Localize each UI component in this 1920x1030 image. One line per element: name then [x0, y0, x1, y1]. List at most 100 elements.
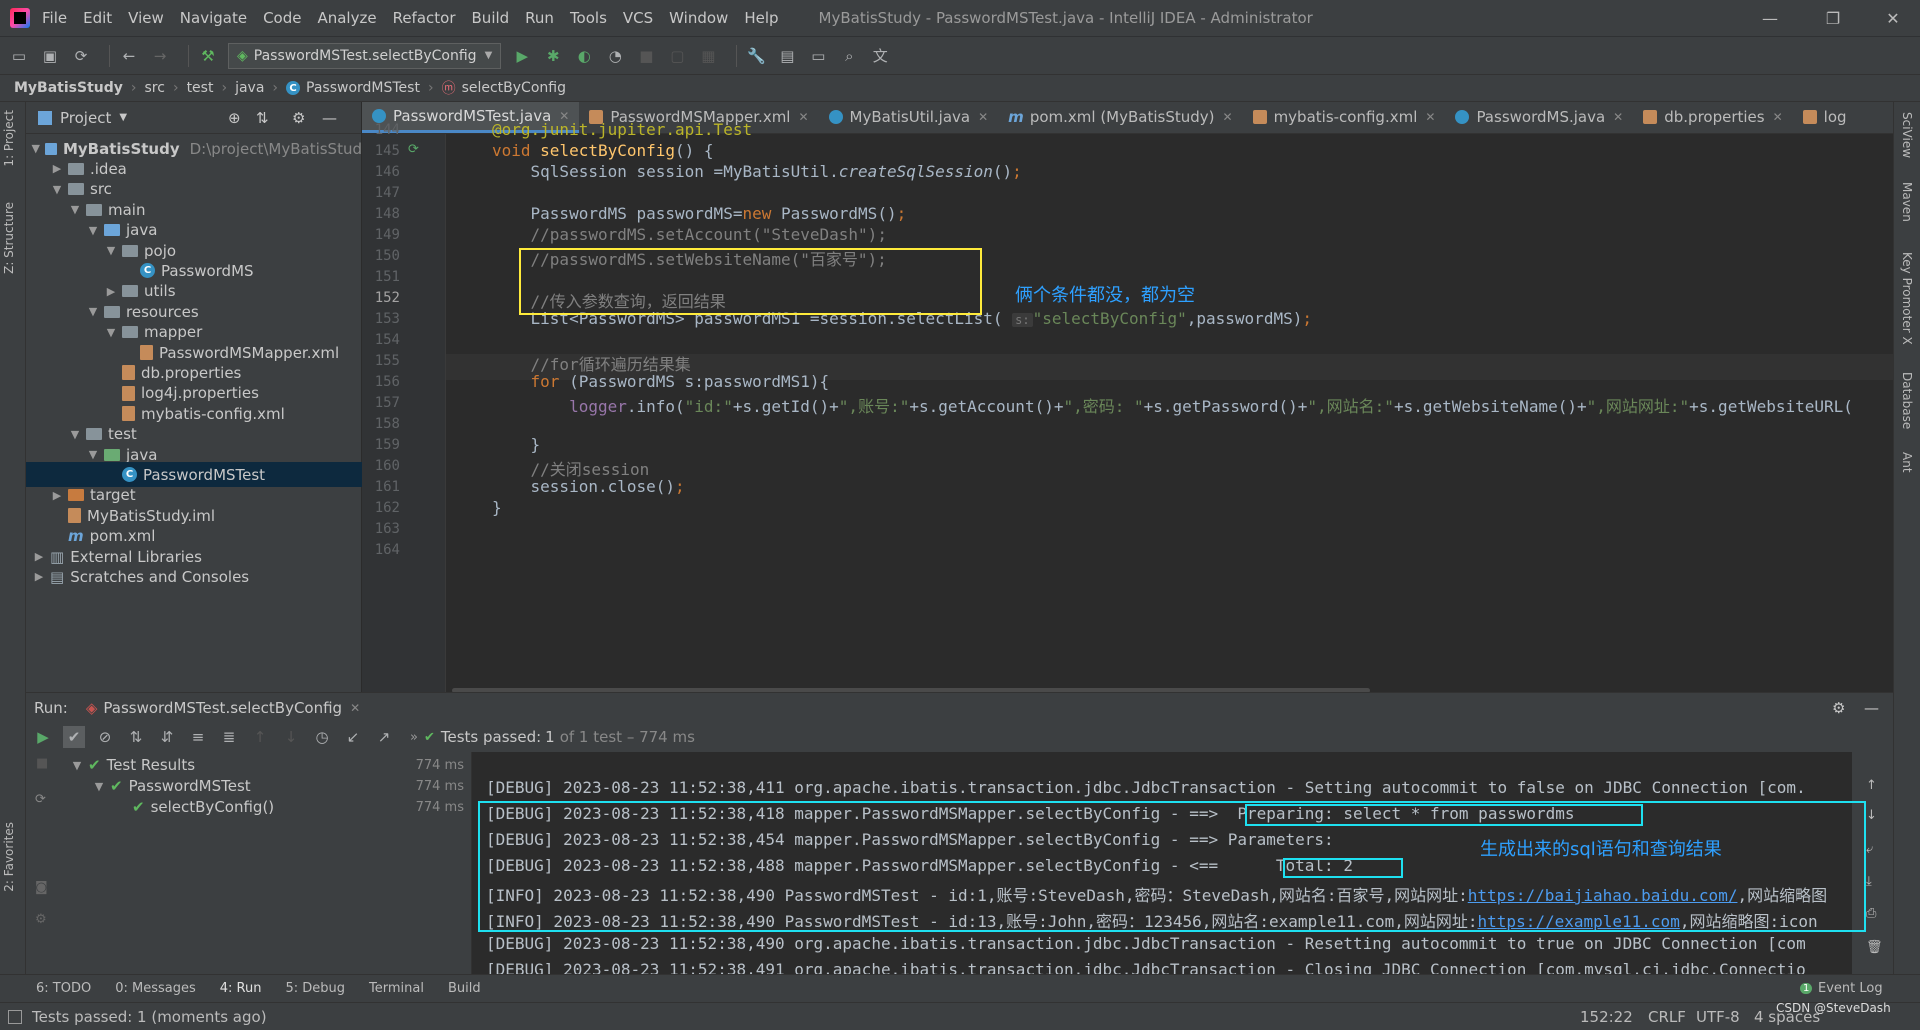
- chevron-down-icon[interactable]: ▼: [104, 244, 118, 257]
- chevron-right-icon[interactable]: ▶: [32, 570, 46, 583]
- prev-failed-icon[interactable]: ↑: [249, 726, 271, 748]
- next-failed-icon[interactable]: ↓: [280, 726, 302, 748]
- camera-icon[interactable]: ◙: [35, 880, 48, 895]
- breadcrumb-project[interactable]: MyBatisStudy: [14, 80, 123, 96]
- locate-icon[interactable]: ⊕: [228, 109, 241, 127]
- run-tab[interactable]: PasswordMSTest.selectByConfig: [103, 699, 342, 717]
- close-tab-icon[interactable]: ✕: [1773, 110, 1783, 124]
- menu-refactor[interactable]: Refactor: [393, 9, 456, 27]
- attach-icon[interactable]: ▢: [666, 45, 688, 67]
- gear-icon[interactable]: ⚙: [1832, 699, 1845, 717]
- tab-log[interactable]: log: [1793, 102, 1857, 133]
- scroll-to-end-icon[interactable]: ⤓: [1866, 874, 1872, 889]
- profile-icon[interactable]: ◔: [604, 45, 626, 67]
- close-tab-icon[interactable]: ✕: [798, 110, 808, 124]
- chevron-down-icon[interactable]: ▼: [68, 428, 82, 441]
- menu-file[interactable]: File: [42, 9, 67, 27]
- chevron-down-icon[interactable]: ▼: [86, 224, 100, 237]
- breadcrumb-class[interactable]: PasswordMSTest: [306, 80, 420, 96]
- chevron-right-icon[interactable]: ▶: [50, 489, 64, 502]
- chevron-right-icon[interactable]: ▶: [32, 550, 46, 563]
- tab-debug[interactable]: 5: Debug: [285, 981, 345, 996]
- menu-build[interactable]: Build: [472, 9, 510, 27]
- project-view-selector[interactable]: Project: [60, 109, 111, 127]
- chevron-right-icon[interactable]: ▶: [104, 285, 118, 298]
- print-icon[interactable]: ⎙: [1866, 906, 1876, 921]
- tab-terminal[interactable]: Terminal: [369, 981, 424, 996]
- sort-alpha-icon[interactable]: ⇅: [125, 726, 147, 748]
- restore-icon[interactable]: ❐: [1808, 0, 1858, 36]
- back-arrow-icon[interactable]: ←: [118, 45, 140, 67]
- project-tool-tab[interactable]: 1: Project: [2, 110, 16, 167]
- chevron-down-icon[interactable]: ▼: [92, 780, 106, 793]
- close-tab-icon[interactable]: ✕: [978, 110, 988, 124]
- debug-icon[interactable]: ✱: [542, 45, 564, 67]
- menu-window[interactable]: Window: [669, 9, 728, 27]
- sdk-icon[interactable]: ▦: [697, 45, 719, 67]
- menu-code[interactable]: Code: [263, 9, 301, 27]
- tab-mybatisutil-java[interactable]: MyBatisUtil.java ✕: [819, 102, 999, 133]
- breadcrumb-method[interactable]: selectByConfig: [462, 80, 566, 96]
- menu-navigate[interactable]: Navigate: [180, 9, 247, 27]
- close-tab-icon[interactable]: ✕: [1425, 110, 1435, 124]
- breadcrumb-src[interactable]: src: [145, 80, 165, 96]
- collapse-all-icon[interactable]: ⇅: [256, 109, 269, 127]
- run-config-selector[interactable]: ◈ PasswordMSTest.selectByConfig ▼: [228, 42, 502, 69]
- chevron-down-icon[interactable]: ▼: [68, 203, 82, 216]
- ant-tool-tab[interactable]: Ant: [1900, 452, 1914, 473]
- show-ignored-icon[interactable]: ⊘: [94, 726, 116, 748]
- tab-mybatis-config-xml[interactable]: mybatis-config.xml ✕: [1243, 102, 1446, 133]
- close-tab-icon[interactable]: ✕: [1223, 110, 1233, 124]
- run-test-gutter-icon[interactable]: ⟳: [408, 142, 419, 157]
- gear-icon[interactable]: ⚙: [35, 912, 47, 927]
- maven-tool-tab[interactable]: Maven: [1900, 182, 1914, 222]
- chevron-down-icon[interactable]: ▼: [104, 326, 118, 339]
- chevron-down-icon[interactable]: ▼: [86, 448, 100, 461]
- rerun-failed-icon[interactable]: ⟳: [35, 792, 46, 807]
- file-encoding[interactable]: UTF-8: [1696, 1008, 1740, 1026]
- test-method-row[interactable]: ✔ selectByConfig() 774 ms: [62, 794, 472, 820]
- favorites-tool-tab[interactable]: 2: Favorites: [2, 822, 16, 892]
- chevron-right-icon[interactable]: ▶: [50, 162, 64, 175]
- key-promoter-tool-tab[interactable]: Key Promoter X: [1900, 252, 1914, 345]
- build-hammer-icon[interactable]: ⚒: [197, 45, 219, 67]
- close-tab-icon[interactable]: ✕: [350, 701, 360, 715]
- expand-all-icon[interactable]: ≡: [187, 726, 209, 748]
- event-log-tab[interactable]: Event Log: [1818, 981, 1883, 996]
- trash-icon[interactable]: 🗑: [1866, 940, 1883, 955]
- menu-help[interactable]: Help: [744, 9, 778, 27]
- database-tool-tab[interactable]: Database: [1900, 372, 1914, 429]
- chevron-down-icon[interactable]: ▼: [50, 183, 64, 196]
- hide-icon[interactable]: —: [322, 109, 337, 127]
- collapse-all-icon[interactable]: ≣: [218, 726, 240, 748]
- run-icon[interactable]: ▶: [511, 45, 533, 67]
- menu-tools[interactable]: Tools: [570, 9, 607, 27]
- structure-tool-tab[interactable]: Z: Structure: [2, 202, 16, 274]
- menu-view[interactable]: View: [128, 9, 164, 27]
- minimize-icon[interactable]: —: [1745, 0, 1795, 36]
- scroll-up-icon[interactable]: ↑: [1866, 778, 1877, 793]
- stop-icon[interactable]: ■: [635, 45, 657, 67]
- tab-db-properties[interactable]: db.properties ✕: [1633, 102, 1792, 133]
- close-tab-icon[interactable]: ✕: [1613, 110, 1623, 124]
- wrench-icon[interactable]: 🔧: [745, 45, 767, 67]
- close-icon[interactable]: ✕: [1868, 0, 1918, 36]
- search-icon[interactable]: ⌕: [838, 45, 860, 67]
- tab-build[interactable]: Build: [448, 981, 481, 996]
- stop-icon[interactable]: ■: [36, 756, 48, 771]
- menu-edit[interactable]: Edit: [83, 9, 112, 27]
- hide-icon[interactable]: —: [1864, 699, 1879, 717]
- chevron-down-icon[interactable]: ▼: [86, 305, 100, 318]
- open-folder-icon[interactable]: ▭: [8, 45, 30, 67]
- sort-duration-icon[interactable]: ⇵: [156, 726, 178, 748]
- tab-messages[interactable]: 0: Messages: [115, 981, 196, 996]
- caret-position[interactable]: 152:22: [1580, 1008, 1633, 1026]
- breadcrumb-test[interactable]: test: [187, 80, 214, 96]
- history-icon[interactable]: ◷: [311, 726, 333, 748]
- export-tests-icon[interactable]: ↗: [373, 726, 395, 748]
- line-separator[interactable]: CRLF: [1648, 1008, 1686, 1026]
- show-passed-icon[interactable]: ✔: [63, 726, 85, 748]
- menu-run[interactable]: Run: [525, 9, 554, 27]
- chevron-down-icon[interactable]: ▼: [30, 142, 40, 155]
- terminal-icon[interactable]: ▭: [807, 45, 829, 67]
